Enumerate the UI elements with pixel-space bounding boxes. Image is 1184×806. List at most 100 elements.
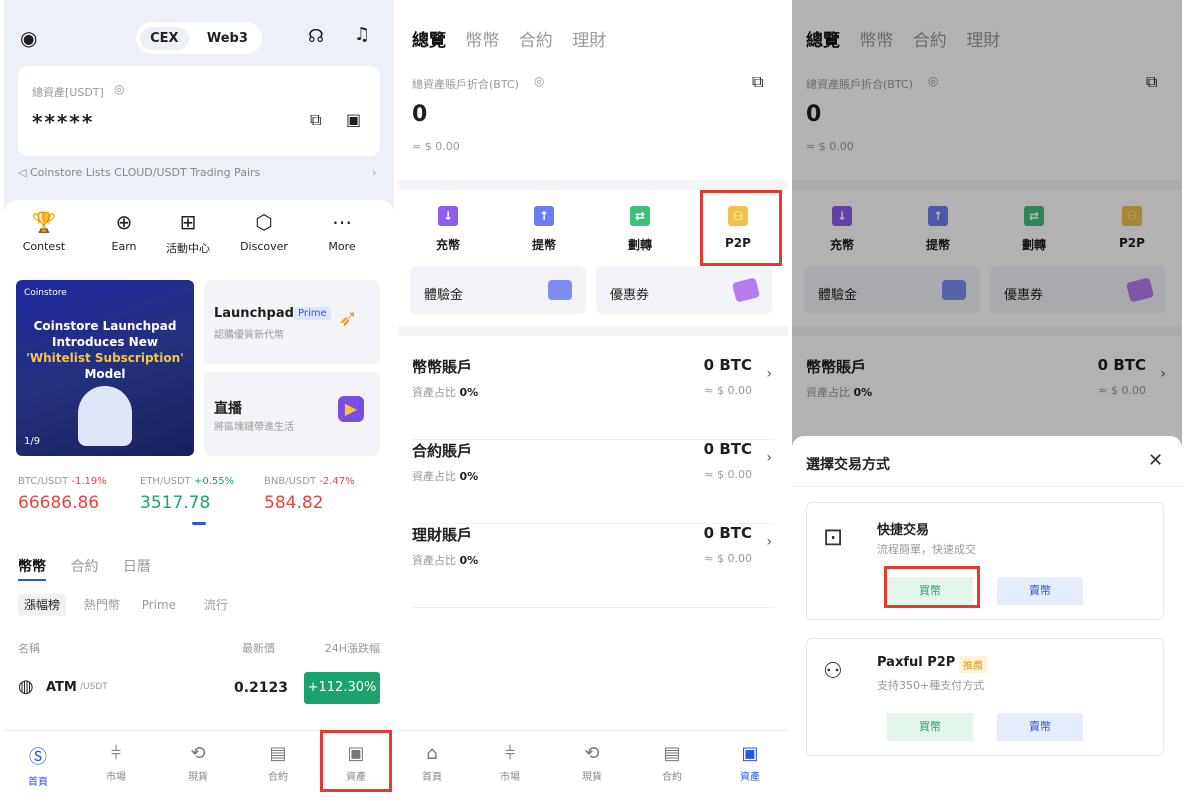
bell-icon[interactable]: ♫ [354,24,370,45]
col-name: 名稱 [18,642,40,655]
shortcut-earn[interactable]: ⊕ Earn [92,210,156,253]
bottom-tabbar: ⌂ 首頁 ⫩ 市場 ⟲ 現貨 ▤ 合約 ▣ 資產 [398,730,788,806]
document-icon: ▤ [269,743,287,764]
account-finance[interactable]: 理財賬戶 資產占比 0% 0 BTC ≈ $ 0.00 › [412,524,774,608]
wallet-icon: ▣ [741,743,759,764]
tv-icon: ▶ [338,396,364,422]
nav-overview[interactable]: 總覽 [412,31,446,51]
tabbar-home[interactable]: Ⓢ 首頁 [8,743,68,788]
shortcut-more[interactable]: ⋯ More [310,210,374,253]
news-text: Coinstore Lists CLOUD/USDT Trading Pairs [29,166,261,179]
tabbar-contract[interactable]: ▤ 合約 [248,743,308,783]
ticker-bnb[interactable]: BNB/USDT -2.47% 584.82 [264,476,355,513]
paxful-sell-button[interactable]: 賣幣 [997,713,1083,741]
coupon-chip[interactable]: 優惠券 [596,266,772,314]
eye-icon[interactable]: ◎ [114,82,124,96]
tabbar-market[interactable]: ⫩ 市場 [480,743,540,783]
account-spot[interactable]: 幣幣賬戶 資產占比 0% 0 BTC ≈ $ 0.00 › [412,356,774,440]
hodl-icon: ⊕ [115,210,133,234]
table-row[interactable]: ◍ ATM /USDT 0.2123 +112.30% [18,670,380,706]
trade-method-sheet: 選擇交易方式 ✕ ⊡ 快捷交易 流程簡單，快速成交 買幣 賣幣 ⚇ Paxful… [792,436,1182,806]
wallet-icon[interactable]: ▣ [346,110,361,129]
action-deposit[interactable]: ↓ 充幣 [408,206,488,253]
banner-line: Coinstore Launchpad [33,319,177,333]
subtab-hot[interactable]: 熱門幣 [84,598,120,612]
action-transfer[interactable]: ⇄ 劃轉 [600,206,680,253]
nav-contract[interactable]: 合約 [519,31,553,51]
subtab-prime[interactable]: Prime [142,598,176,612]
nav-finance[interactable]: 理財 [572,31,606,51]
candlestick-icon: ⫩ [504,743,516,764]
banner-line: Introduces New [52,335,158,349]
ticker-page-indicator [192,522,206,525]
profile-icon[interactable]: ◉ [20,26,37,50]
assets-screen: 總覽 幣幣 合約 理財 總資產賬戶折合(BTC) ◎ ⧉ 0 ≈ $ 0.00 … [398,0,788,806]
tab-spot[interactable]: 幣幣 [18,559,46,581]
tabbar-contract[interactable]: ▤ 合約 [642,743,702,783]
nav-spot[interactable]: 幣幣 [465,31,499,51]
shortcut-discover[interactable]: ⬡ Discover [232,210,296,253]
ticker-btc[interactable]: BTC/USDT -1.19% 66686.86 [18,476,107,513]
launchpad-card[interactable]: Launchpad Prime 認購優質新代幣 ➶ [204,280,380,364]
ticker-eth[interactable]: ETH/USDT +0.55% 3517.78 [140,476,234,513]
live-card[interactable]: 直播 將區塊鏈帶進生活 ▶ [204,372,380,456]
quick-trade-option[interactable]: ⊡ 快捷交易 流程簡單，快速成交 買幣 賣幣 [806,502,1164,620]
exchange-icon: ⟲ [190,743,206,764]
close-icon[interactable]: ✕ [1148,450,1163,471]
action-label: 充幣 [435,238,460,252]
action-withdraw[interactable]: ↑ 提幣 [504,206,584,253]
cube-icon: ⬡ [255,210,273,234]
share-label: 資產占比 [412,554,456,567]
gift-icon: ⊞ [179,210,197,234]
row-price: 0.2123 [234,680,289,696]
tabbar-home[interactable]: ⌂ 首頁 [402,743,462,783]
banner-line: Model [84,367,126,381]
ticker-pair: BTC/USDT [18,476,69,487]
tabbar-assets[interactable]: ▣ 資產 [720,743,780,783]
web3-tab[interactable]: Web3 [197,27,258,50]
row-symbol: ATM [46,680,77,695]
cex-tab[interactable]: CEX [140,26,189,50]
pnl-icon[interactable]: ⧉ [752,72,763,92]
shortcut-contest[interactable]: 🏆 Contest [12,210,76,253]
tabbar-spot[interactable]: ⟲ 現貨 [168,743,228,783]
paxful-buy-button[interactable]: 買幣 [887,713,973,741]
support-icon[interactable]: ☊ [308,26,324,47]
tabbar-label: 首頁 [28,777,48,788]
trade-method-screen: 總覽 幣幣 合約 理財 總資產賬戶折合(BTC) ◎ ⧉ 0 ≈ $ 0.00 … [792,0,1182,806]
account-fiat: ≈ $ 0.00 [704,552,752,565]
account-name: 幣幣賬戶 [412,358,473,376]
trial-fund-label: 體驗金 [424,288,464,303]
action-label: 劃轉 [627,238,652,252]
tabbar-label: 市場 [106,772,126,783]
live-title: 直播 [214,401,242,417]
ticker-price: 66686.86 [18,493,100,513]
account-contract[interactable]: 合約賬戶 資產占比 0% 0 BTC ≈ $ 0.00 › [412,440,774,524]
trial-fund-chip[interactable]: 體驗金 [410,266,586,314]
quick-trade-sub: 流程簡單，快速成交 [877,543,976,556]
subtab-gainers[interactable]: 漲幅榜 [18,594,67,616]
quick-sell-button[interactable]: 賣幣 [997,577,1083,605]
rocket-illustration [78,386,132,446]
shortcut-activity-center[interactable]: ⊞ 活動中心 [156,210,220,256]
paxful-option[interactable]: ⚇ Paxful P2P 推薦 支持350+種支付方式 買幣 賣幣 [806,638,1164,756]
subtab-trending[interactable]: 流行 [204,598,228,612]
news-ticker[interactable]: ◁ Coinstore Lists CLOUD/USDT Trading Pai… [18,166,260,179]
promo-banner[interactable]: Coinstore Coinstore Launchpad Introduces… [16,280,194,456]
cex-web3-switch[interactable]: CEX Web3 [136,22,262,54]
sheet-divider [792,486,1182,487]
news-chevron-icon[interactable]: › [372,166,376,179]
candlestick-icon: ⫩ [110,743,122,764]
total-asset-card: 總資產[USDT] ◎ ***** ⧉ ▣ [18,66,380,156]
total-btc-label: 總資產賬戶折合(BTC) [412,78,519,91]
pnl-icon[interactable]: ⧉ [310,110,321,130]
card-icon [548,280,572,300]
tabbar-spot[interactable]: ⟲ 現貨 [562,743,622,783]
eye-icon[interactable]: ◎ [534,74,544,88]
tab-contract[interactable]: 合約 [70,559,98,575]
account-share: 資產占比 0% [412,552,478,568]
chevron-right-icon: › [766,534,772,550]
account-share: 資產占比 0% [412,468,478,484]
tabbar-market[interactable]: ⫩ 市場 [86,743,146,783]
tab-calendar[interactable]: 日曆 [123,559,151,575]
